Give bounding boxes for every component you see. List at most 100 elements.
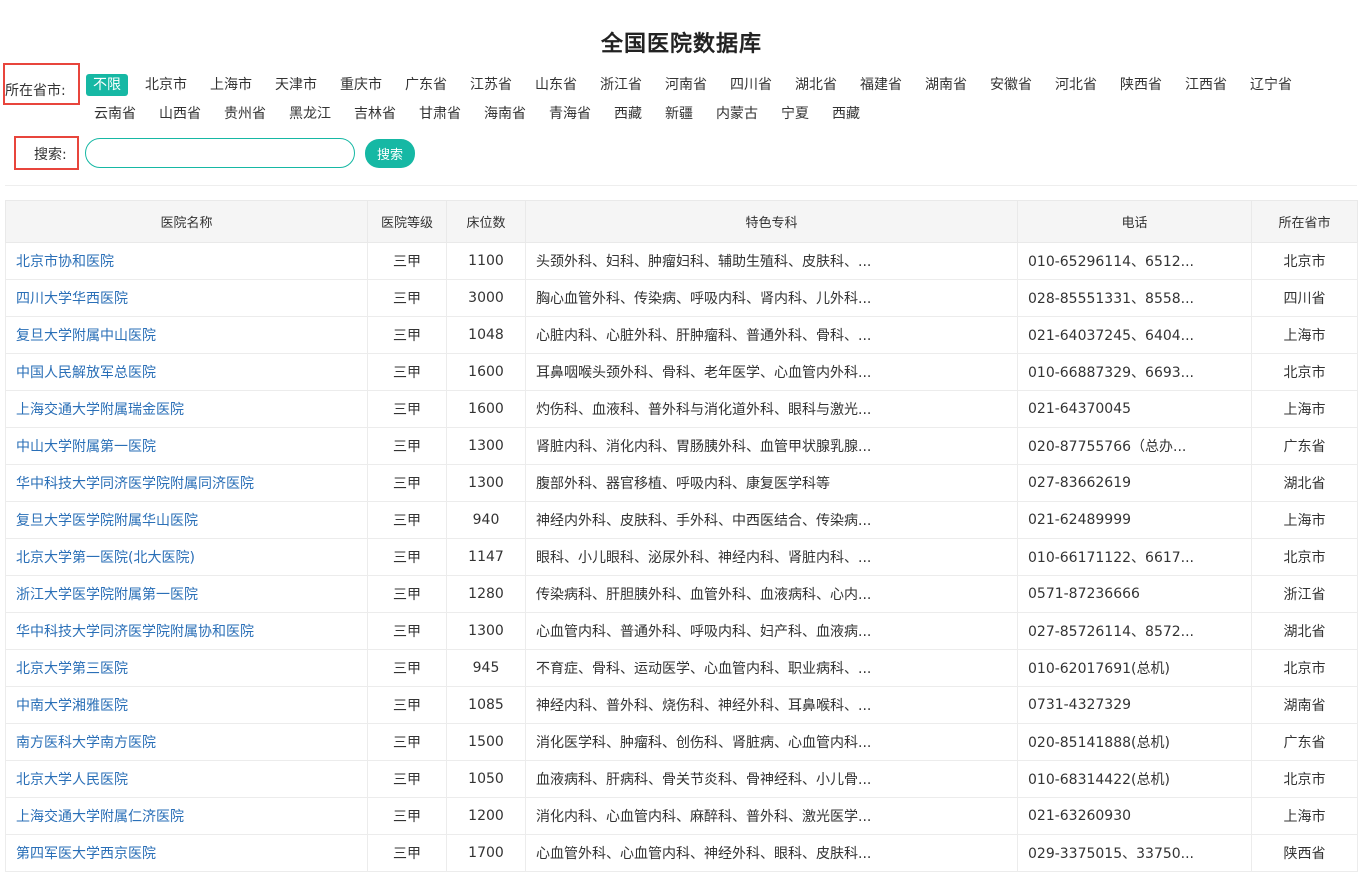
province-option[interactable]: 甘肃省 xyxy=(411,103,469,125)
province-option[interactable]: 海南省 xyxy=(476,103,534,125)
province-option[interactable]: 内蒙古 xyxy=(708,103,766,125)
hospital-name-link[interactable]: 华中科技大学同济医学院附属协和医院 xyxy=(5,612,368,650)
province-option[interactable]: 宁夏 xyxy=(773,103,817,125)
province-option[interactable]: 天津市 xyxy=(267,74,325,96)
hospital-level: 三甲 xyxy=(367,279,447,317)
province-option[interactable]: 陕西省 xyxy=(1112,74,1170,96)
province: 上海市 xyxy=(1251,316,1358,354)
province: 陕西省 xyxy=(1251,834,1358,872)
bed-count: 1300 xyxy=(446,612,526,650)
hospital-name-link[interactable]: 上海交通大学附属仁济医院 xyxy=(5,797,368,835)
province-option[interactable]: 福建省 xyxy=(852,74,910,96)
specialties: 肾脏内科、消化内科、胃肠胰外科、血管甲状腺乳腺... xyxy=(525,427,1018,465)
province-option[interactable]: 新疆 xyxy=(657,103,701,125)
province-option[interactable]: 黑龙江 xyxy=(281,103,339,125)
bed-count: 1300 xyxy=(446,464,526,502)
province: 湖南省 xyxy=(1251,686,1358,724)
phone: 021-62489999 xyxy=(1017,501,1252,539)
province-option[interactable]: 青海省 xyxy=(541,103,599,125)
province-option[interactable]: 湖南省 xyxy=(917,74,975,96)
province-option-selected[interactable]: 不限 xyxy=(86,74,128,96)
hospital-name-link[interactable]: 中山大学附属第一医院 xyxy=(5,427,368,465)
hospital-name-link[interactable]: 北京大学第三医院 xyxy=(5,649,368,687)
province: 北京市 xyxy=(1251,538,1358,576)
province-option[interactable]: 重庆市 xyxy=(332,74,390,96)
specialties: 心血管外科、心血管内科、神经外科、眼科、皮肤科... xyxy=(525,834,1018,872)
hospital-name-link[interactable]: 中南大学湘雅医院 xyxy=(5,686,368,724)
province-option[interactable]: 山西省 xyxy=(151,103,209,125)
phone: 0571-87236666 xyxy=(1017,575,1252,613)
province: 北京市 xyxy=(1251,353,1358,391)
hospital-level: 三甲 xyxy=(367,501,447,539)
hospital-name-link[interactable]: 北京市协和医院 xyxy=(5,242,368,280)
hospital-level: 三甲 xyxy=(367,834,447,872)
bed-count: 1048 xyxy=(446,316,526,354)
province-option[interactable]: 吉林省 xyxy=(346,103,404,125)
specialties: 消化内科、心血管内科、麻醉科、普外科、激光医学... xyxy=(525,797,1018,835)
province-option[interactable]: 湖北省 xyxy=(787,74,845,96)
page-title: 全国医院数据库 xyxy=(600,32,762,57)
province-option[interactable]: 河北省 xyxy=(1047,74,1105,96)
province-option[interactable]: 江西省 xyxy=(1177,74,1235,96)
hospital-name-link[interactable]: 华中科技大学同济医学院附属同济医院 xyxy=(5,464,368,502)
hospital-name-link[interactable]: 南方医科大学南方医院 xyxy=(5,723,368,761)
province-option[interactable]: 浙江省 xyxy=(592,74,650,96)
province-option[interactable]: 河南省 xyxy=(657,74,715,96)
province-option[interactable]: 辽宁省 xyxy=(1242,74,1300,96)
hospital-name-link[interactable]: 第四军医大学西京医院 xyxy=(5,834,368,872)
province-option[interactable]: 四川省 xyxy=(722,74,780,96)
province-option[interactable]: 上海市 xyxy=(202,74,260,96)
hospital-name-link[interactable]: 浙江大学医学院附属第一医院 xyxy=(5,575,368,613)
province-option[interactable]: 北京市 xyxy=(137,74,195,96)
province: 四川省 xyxy=(1251,279,1358,317)
specialties: 胸心血管外科、传染病、呼吸内科、肾内科、儿外科... xyxy=(525,279,1018,317)
hospital-name-link[interactable]: 复旦大学医学院附属华山医院 xyxy=(5,501,368,539)
hospital-level: 三甲 xyxy=(367,316,447,354)
province-option[interactable]: 贵州省 xyxy=(216,103,274,125)
hospital-name-link[interactable]: 北京大学第一医院(北大医院) xyxy=(5,538,368,576)
phone: 0731-4327329 xyxy=(1017,686,1252,724)
phone: 027-85726114、8572... xyxy=(1017,612,1252,650)
phone: 028-85551331、8558... xyxy=(1017,279,1252,317)
table-row: 上海交通大学附属仁济医院 三甲 1200 消化内科、心血管内科、麻醉科、普外科、激光医… xyxy=(5,797,1358,835)
search-button[interactable]: 搜索 xyxy=(365,139,415,168)
table-row: 浙江大学医学院附属第一医院 三甲 1280 传染病科、肝胆胰外科、血管外科、血液病科、… xyxy=(5,575,1358,613)
bed-count: 1200 xyxy=(446,797,526,835)
province: 上海市 xyxy=(1251,390,1358,428)
bed-count: 945 xyxy=(446,649,526,687)
table-row: 北京大学人民医院 三甲 1050 血液病科、肝病科、骨关节炎科、骨神经科、小儿骨...… xyxy=(5,760,1358,798)
table-header-row: 医院名称 医院等级 床位数 特色专科 电话 所在省市 xyxy=(5,200,1358,243)
province: 浙江省 xyxy=(1251,575,1358,613)
hospital-level: 三甲 xyxy=(367,686,447,724)
province: 北京市 xyxy=(1251,242,1358,280)
hospital-level: 三甲 xyxy=(367,464,447,502)
province-option[interactable]: 山东省 xyxy=(527,74,585,96)
hospital-level: 三甲 xyxy=(367,242,447,280)
specialties: 消化医学科、肿瘤科、创伤科、肾脏病、心血管内科... xyxy=(525,723,1018,761)
hospital-name-link[interactable]: 中国人民解放军总医院 xyxy=(5,353,368,391)
specialties: 心血管内科、普通外科、呼吸内科、妇产科、血液病... xyxy=(525,612,1018,650)
table-row: 北京大学第三医院 三甲 945 不育症、骨科、运动医学、心血管内科、职业病科、... 0… xyxy=(5,649,1358,687)
province-option[interactable]: 西藏 xyxy=(824,103,868,125)
province-option[interactable]: 广东省 xyxy=(397,74,455,96)
phone: 021-63260930 xyxy=(1017,797,1252,835)
hospital-level: 三甲 xyxy=(367,649,447,687)
hospital-name-link[interactable]: 四川大学华西医院 xyxy=(5,279,368,317)
table-row: 南方医科大学南方医院 三甲 1500 消化医学科、肿瘤科、创伤科、肾脏病、心血管内科.… xyxy=(5,723,1358,761)
header-hospital-level: 医院等级 xyxy=(367,200,447,243)
header-specialties: 特色专科 xyxy=(525,200,1018,243)
province-option[interactable]: 江苏省 xyxy=(462,74,520,96)
phone: 021-64037245、6404... xyxy=(1017,316,1252,354)
table-row: 中国人民解放军总医院 三甲 1600 耳鼻咽喉头颈外科、骨科、老年医学、心血管内外科.… xyxy=(5,353,1358,391)
table-row: 第四军医大学西京医院 三甲 1700 心血管外科、心血管内科、神经外科、眼科、皮肤科.… xyxy=(5,834,1358,872)
search-input[interactable] xyxy=(85,138,355,168)
hospital-name-link[interactable]: 复旦大学附属中山医院 xyxy=(5,316,368,354)
bed-count: 1280 xyxy=(446,575,526,613)
province-option[interactable]: 云南省 xyxy=(86,103,144,125)
province-option[interactable]: 安徽省 xyxy=(982,74,1040,96)
search-label-highlight xyxy=(14,136,79,170)
hospital-name-link[interactable]: 上海交通大学附属瑞金医院 xyxy=(5,390,368,428)
province-option[interactable]: 西藏 xyxy=(606,103,650,125)
table-row: 上海交通大学附属瑞金医院 三甲 1600 灼伤科、血液科、普外科与消化道外科、眼科与激… xyxy=(5,390,1358,428)
hospital-name-link[interactable]: 北京大学人民医院 xyxy=(5,760,368,798)
